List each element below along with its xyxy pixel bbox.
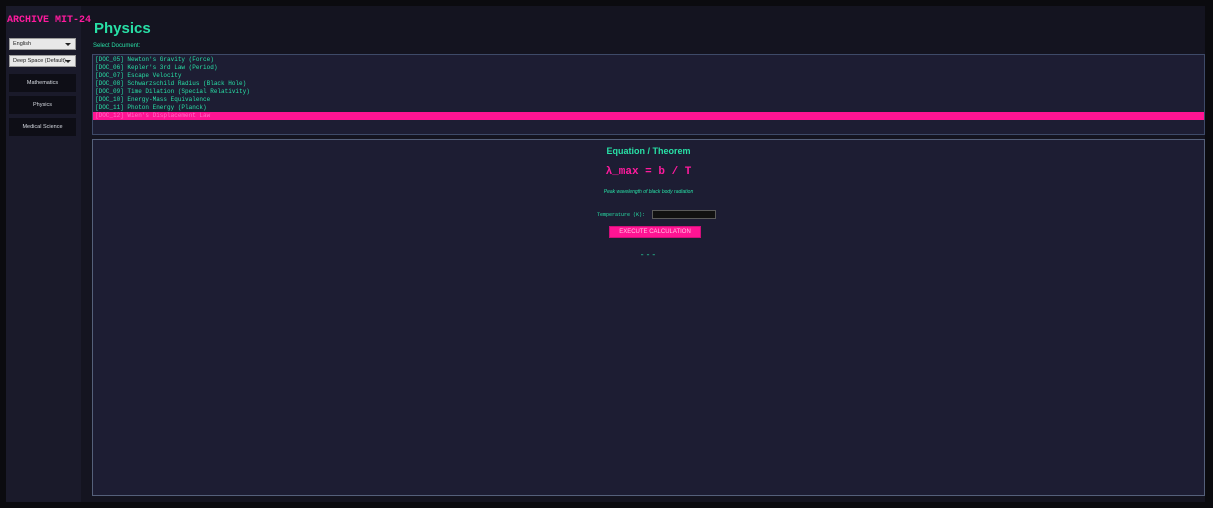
sidebar: ARCHIVE MIT-24 English Deep Space (Defau… xyxy=(6,6,91,502)
list-item[interactable]: [DOC_11] Photon Energy (Planck) xyxy=(93,104,1204,112)
language-select[interactable]: English xyxy=(9,38,76,50)
theme-select-value: Deep Space (Default) xyxy=(13,58,66,64)
list-item-selected[interactable]: [DOC_12] Wien's Displacement Law xyxy=(93,112,1204,120)
temperature-input[interactable] xyxy=(652,210,717,220)
list-item[interactable]: [DOC_05] Newton's Gravity (Force) xyxy=(93,56,1204,64)
panel-heading: Equation / Theorem xyxy=(606,146,691,156)
formula: λ_max = b / T xyxy=(605,166,692,178)
sidebar-item-label: Mathematics xyxy=(26,80,59,86)
sidebar-item-medical-science[interactable]: Medical Science xyxy=(9,118,76,136)
chevron-down-icon xyxy=(65,60,71,63)
temperature-row: Temperature (K): xyxy=(597,206,717,224)
list-item[interactable]: [DOC_07] Escape Velocity xyxy=(93,72,1204,80)
result-output: --- xyxy=(639,251,658,260)
list-item[interactable]: [DOC_06] Kepler's 3rd Law (Period) xyxy=(93,64,1204,72)
list-item[interactable]: [DOC_08] Schwarzschild Radius (Black Hol… xyxy=(93,80,1204,88)
formula-description: Peak wavelength of black body radiation xyxy=(603,189,694,195)
sidebar-item-mathematics[interactable]: Mathematics xyxy=(9,74,76,92)
list-item[interactable]: [DOC_09] Time Dilation (Special Relativi… xyxy=(93,88,1204,96)
theme-select[interactable]: Deep Space (Default) xyxy=(9,55,76,67)
app-window: ARCHIVE MIT-24 English Deep Space (Defau… xyxy=(6,6,1205,502)
page-title: Physics xyxy=(94,20,151,37)
language-select-value: English xyxy=(13,41,32,47)
select-document-label: Select Document: xyxy=(93,43,141,49)
sidebar-item-label: Physics xyxy=(33,102,52,108)
chevron-down-icon xyxy=(65,43,71,46)
temperature-label: Temperature (K): xyxy=(597,211,646,218)
execute-calculation-button[interactable]: EXECUTE CALCULATION xyxy=(609,226,701,238)
equation-panel: Equation / Theorem λ_max = b / T Peak wa… xyxy=(92,139,1205,496)
app-brand: ARCHIVE MIT-24 xyxy=(7,15,92,26)
document-list[interactable]: [DOC_05] Newton's Gravity (Force) [DOC_0… xyxy=(92,54,1205,135)
sidebar-item-physics[interactable]: Physics xyxy=(9,96,76,114)
sidebar-item-label: Medical Science xyxy=(22,124,63,130)
list-item[interactable]: [DOC_10] Energy-Mass Equivalence xyxy=(93,96,1204,104)
